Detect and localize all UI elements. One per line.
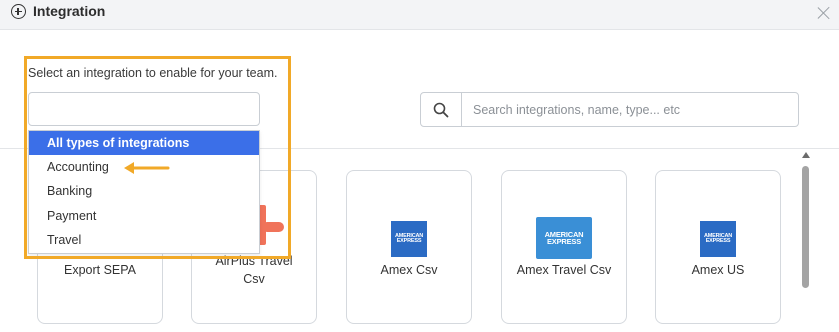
scroll-up-arrow-icon[interactable] bbox=[802, 152, 810, 158]
modal-title: Integration bbox=[33, 3, 106, 19]
scrollbar[interactable] bbox=[801, 152, 811, 332]
search-input[interactable] bbox=[462, 93, 814, 126]
amex-logo: AMERICAN EXPRESS bbox=[700, 221, 736, 257]
card-label: Amex US bbox=[691, 263, 745, 277]
modal-header: Integration bbox=[0, 0, 839, 30]
search-box bbox=[420, 92, 814, 127]
dropdown-option-all[interactable]: All types of integrations bbox=[29, 131, 259, 155]
integration-card-amex-us[interactable]: AMERICAN EXPRESS Amex US bbox=[655, 170, 781, 324]
integration-card-amex-csv[interactable]: AMERICAN EXPRESS Amex Csv bbox=[346, 170, 472, 324]
dropdown-option-payment[interactable]: Payment bbox=[29, 204, 259, 228]
integration-card-amex-travel-csv[interactable]: AMERICAN EXPRESS Amex Travel Csv bbox=[501, 170, 627, 324]
close-icon[interactable] bbox=[817, 6, 831, 20]
dropdown-option-banking[interactable]: Banking bbox=[29, 179, 259, 203]
card-label: AirPlus Travel Csv bbox=[215, 254, 293, 286]
scrollbar-thumb[interactable] bbox=[802, 166, 809, 288]
integration-type-dropdown: All types of integrations Accounting Ban… bbox=[28, 130, 260, 254]
plus-circle-icon bbox=[11, 4, 26, 19]
arrow-left-icon bbox=[124, 162, 170, 174]
instruction-label: Select an integration to enable for your… bbox=[28, 66, 278, 80]
card-label: Amex Csv bbox=[380, 263, 438, 277]
search-icon[interactable] bbox=[421, 93, 462, 126]
card-label: Amex Travel Csv bbox=[516, 263, 612, 277]
amex-logo: AMERICAN EXPRESS bbox=[536, 217, 592, 259]
dropdown-option-travel[interactable]: Travel bbox=[29, 228, 259, 252]
integration-type-select[interactable] bbox=[28, 92, 260, 126]
amex-logo: AMERICAN EXPRESS bbox=[391, 221, 427, 257]
card-label: Export SEPA bbox=[63, 263, 137, 277]
